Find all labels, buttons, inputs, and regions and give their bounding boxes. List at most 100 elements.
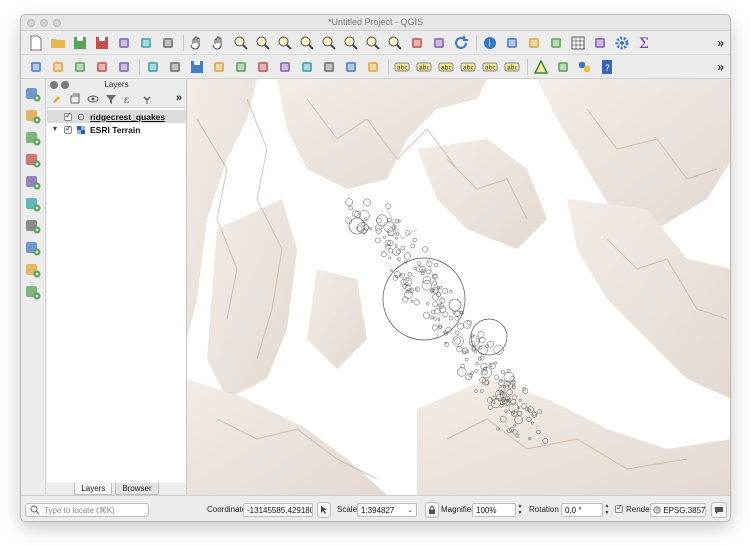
pan-to-selection-icon (212, 36, 222, 49)
layer-row-esri-terrain[interactable]: ▼ ESRI Terrain (47, 123, 186, 136)
new-spatialite-button[interactable] (93, 58, 111, 76)
expand-all-icon[interactable] (141, 93, 155, 105)
help-button[interactable]: ? (598, 58, 616, 76)
data-source-manager-button[interactable] (27, 58, 45, 76)
tab-browser[interactable]: Browser (115, 483, 159, 495)
label-button[interactable]: abc (393, 58, 411, 76)
refresh-button[interactable] (452, 34, 470, 52)
add-raster-layer-button[interactable] (24, 107, 44, 125)
layer-visibility-checkbox[interactable] (64, 124, 72, 134)
add-wfs-layer-button[interactable] (24, 261, 44, 279)
save-as-button[interactable] (93, 34, 111, 52)
filter-expression-icon[interactable]: ε (123, 93, 137, 106)
vertex-tool-button[interactable] (232, 58, 250, 76)
open-project-icon (51, 38, 65, 48)
add-point-button[interactable] (210, 58, 228, 76)
style-manager-button[interactable] (159, 34, 177, 52)
pan-to-selection-button[interactable] (210, 34, 228, 52)
zoom-in-button[interactable] (232, 34, 250, 52)
save-edits-button[interactable] (188, 58, 206, 76)
new-project-button[interactable] (27, 34, 45, 52)
save-project-button[interactable] (71, 34, 89, 52)
zoom-out-button[interactable] (254, 34, 272, 52)
new-virtual-layer-button[interactable] (115, 58, 133, 76)
new-map-view-button[interactable] (408, 34, 426, 52)
current-edits-button[interactable] (144, 58, 162, 76)
add-xyz-layer-button[interactable] (24, 239, 44, 257)
add-wms-layer-button[interactable] (24, 217, 44, 235)
toggle-editing-button[interactable] (166, 58, 184, 76)
coordinate-field[interactable]: -13145585,4291807 (243, 503, 313, 517)
new-geopackage-layer-button[interactable] (49, 58, 67, 76)
filter-legend-icon[interactable] (105, 93, 119, 105)
print-layout-button[interactable] (115, 34, 133, 52)
data-source-manager-icon (31, 61, 41, 72)
zoom-to-layer-button[interactable] (320, 34, 338, 52)
toolbar-overflow-button[interactable]: » (717, 36, 724, 50)
open-project-button[interactable] (49, 34, 67, 52)
crs-button[interactable]: EPSG:3857 (650, 503, 706, 517)
expand-arrow-icon[interactable]: ▼ (50, 126, 60, 133)
attribute-table-button[interactable] (569, 34, 587, 52)
add-wcs-layer-button[interactable] (24, 283, 44, 301)
cut-features-button[interactable] (276, 58, 294, 76)
layer-tree: ridgecrest_quakes ▼ ESRI Terrain (47, 107, 186, 483)
rotation-stepper[interactable]: ▲ ▼ (604, 503, 610, 517)
add-virtual-layer-button[interactable] (24, 173, 44, 191)
show-hide-labels-button[interactable]: abc (437, 58, 455, 76)
measure-button[interactable] (532, 58, 550, 76)
magnifier-label: Magnifier (441, 505, 474, 514)
tab-layers[interactable]: Layers (74, 483, 113, 495)
add-vector-layer-button[interactable] (24, 85, 44, 103)
select-features-button[interactable] (503, 34, 521, 52)
toggle-extents-button[interactable] (317, 502, 331, 518)
pin-label-button[interactable]: abc (415, 58, 433, 76)
magnifier-field[interactable]: 100% (472, 503, 516, 517)
rotation-field[interactable]: 0.0 ° (561, 503, 603, 517)
statistics-sigma-button[interactable]: Σ (635, 34, 653, 52)
style-panel-icon[interactable] (51, 93, 65, 105)
identify-button[interactable]: i (481, 34, 499, 52)
layout-manager-button[interactable] (137, 34, 155, 52)
zoom-next-button[interactable] (386, 34, 404, 52)
toolbar2-overflow-button[interactable]: » (717, 60, 724, 74)
panel-more-button[interactable]: » (176, 92, 182, 104)
deselect-button[interactable] (547, 34, 565, 52)
locator-search-input[interactable]: Type to locate (⌘K) (25, 503, 149, 517)
pan-button[interactable] (188, 34, 206, 52)
messages-button[interactable] (711, 502, 727, 518)
settings-gear-button[interactable] (613, 34, 631, 52)
add-postgis-layer-button[interactable] (24, 195, 44, 213)
add-spatialite-layer-button[interactable] (24, 151, 44, 169)
coordinate-label: Coordinate (207, 505, 247, 514)
map-canvas[interactable] (187, 79, 730, 495)
paste-features-button[interactable] (320, 58, 338, 76)
select-by-value-button[interactable] (525, 34, 543, 52)
zoom-native-button[interactable] (342, 34, 360, 52)
add-group-icon[interactable] (69, 93, 83, 105)
temporal-controller-button[interactable] (430, 34, 448, 52)
redo-button[interactable] (364, 58, 382, 76)
rotate-label-button[interactable]: abc (481, 58, 499, 76)
zoom-last-button[interactable] (364, 34, 382, 52)
render-checkbox[interactable] (615, 503, 623, 513)
lock-scale-button[interactable] (425, 502, 439, 518)
zoom-to-selection-button[interactable] (298, 34, 316, 52)
scale-select[interactable]: 1:394827 ⌄ (357, 503, 417, 517)
calculator-button[interactable] (591, 34, 609, 52)
layer-visibility-checkbox[interactable] (64, 111, 72, 121)
layer-row-ridgecrest-quakes[interactable]: ridgecrest_quakes (47, 110, 186, 123)
change-label-button[interactable]: abc (503, 58, 521, 76)
delete-selected-button[interactable] (254, 58, 272, 76)
manage-theme-icon[interactable] (87, 93, 101, 105)
add-delimited-text-button[interactable] (24, 129, 44, 147)
undo-button[interactable] (342, 58, 360, 76)
move-label-button[interactable]: abc (459, 58, 477, 76)
scale-label: Scale (337, 505, 358, 514)
magnifier-stepper[interactable]: ▲ ▼ (517, 503, 523, 517)
gps-button[interactable] (554, 58, 572, 76)
python-console-button[interactable] (576, 58, 594, 76)
zoom-full-button[interactable] (276, 34, 294, 52)
copy-features-button[interactable] (298, 58, 316, 76)
new-shapefile-button[interactable] (71, 58, 89, 76)
